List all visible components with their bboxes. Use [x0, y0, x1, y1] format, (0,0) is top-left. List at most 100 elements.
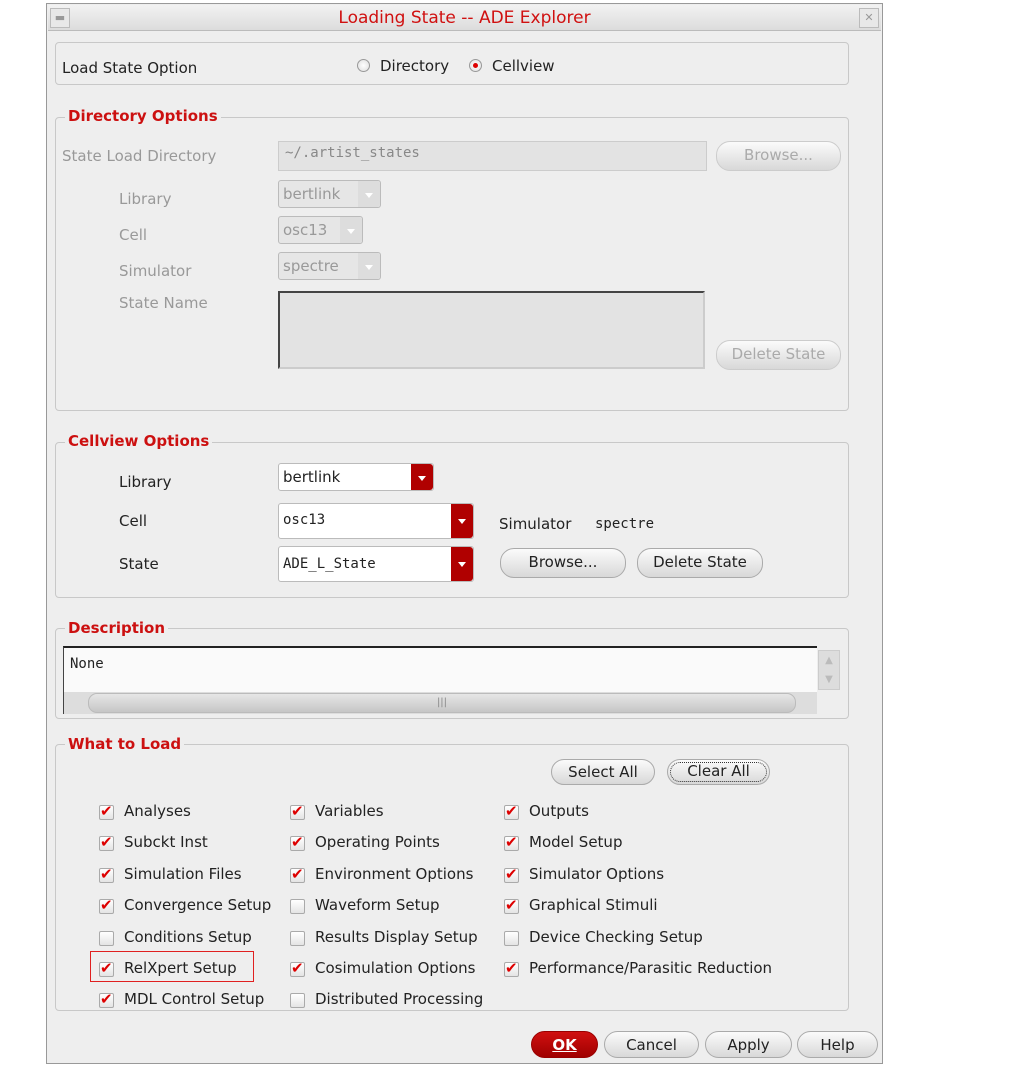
cv-state-select[interactable]: ADE_L_State: [278, 546, 474, 582]
checkbox-outputs[interactable]: [504, 802, 519, 820]
help-label: Help: [820, 1036, 855, 1054]
radio-directory[interactable]: [357, 59, 370, 72]
checkbox-subckt-inst[interactable]: [99, 833, 114, 851]
chevron-down-icon: [358, 253, 380, 279]
dir-browse-button[interactable]: Browse...: [716, 141, 841, 171]
vertical-scrollbar[interactable]: ▲ ▼: [818, 650, 840, 690]
directory-options-title: Directory Options: [65, 107, 221, 125]
checkbox-label-conditions-setup[interactable]: Conditions Setup: [124, 928, 252, 946]
close-icon[interactable]: ✕: [859, 8, 879, 28]
checkbox-results-display-setup[interactable]: [290, 931, 305, 946]
select-all-button[interactable]: Select All: [551, 759, 655, 785]
checkbox-variables[interactable]: [290, 802, 305, 820]
checkbox-label-environment-options[interactable]: Environment Options: [315, 865, 473, 883]
chevron-down-icon: [358, 181, 380, 207]
state-load-directory-label: State Load Directory: [62, 147, 217, 165]
checkbox-environment-options[interactable]: [290, 865, 305, 883]
checkbox-label-simulator-options[interactable]: Simulator Options: [529, 865, 664, 883]
load-state-label: Load State Option: [62, 59, 198, 77]
cv-library-select[interactable]: bertlink: [278, 463, 434, 491]
checkbox-simulation-files[interactable]: [99, 865, 114, 883]
checkbox-graphical-stimuli[interactable]: [504, 896, 519, 914]
cv-library-value: bertlink: [283, 468, 341, 486]
dir-simulator-select[interactable]: spectre: [278, 252, 381, 280]
checkbox-label-waveform-setup[interactable]: Waveform Setup: [315, 896, 440, 914]
apply-label: Apply: [727, 1036, 770, 1054]
ok-label: OK: [552, 1036, 577, 1054]
cv-simulator-value: spectre: [595, 516, 655, 532]
cv-simulator-label: Simulator: [499, 515, 572, 533]
checkbox-label-subckt-inst[interactable]: Subckt Inst: [124, 833, 208, 851]
radio-directory-label[interactable]: Directory: [380, 57, 449, 75]
checkbox-convergence-setup[interactable]: [99, 896, 114, 914]
scrollbar-thumb[interactable]: |||: [88, 693, 796, 713]
dir-cell-label: Cell: [119, 226, 148, 244]
dir-library-value: bertlink: [283, 185, 341, 203]
cancel-label: Cancel: [626, 1036, 677, 1054]
dir-delete-state-button[interactable]: Delete State: [716, 340, 841, 370]
dir-simulator-label: Simulator: [119, 262, 192, 280]
window-title: Loading State -- ADE Explorer: [338, 8, 591, 28]
chevron-down-icon: [451, 504, 473, 538]
checkbox-label-simulation-files[interactable]: Simulation Files: [124, 865, 242, 883]
checkbox-label-variables[interactable]: Variables: [315, 802, 384, 820]
radio-cellview-label[interactable]: Cellview: [492, 57, 555, 75]
checkbox-analyses[interactable]: [99, 802, 114, 820]
description-title: Description: [65, 619, 169, 637]
checkbox-label-mdl-control-setup[interactable]: MDL Control Setup: [124, 990, 264, 1008]
cv-state-value: ADE_L_State: [283, 556, 376, 572]
checkbox-label-analyses[interactable]: Analyses: [124, 802, 191, 820]
highlight-box: [90, 951, 254, 982]
cv-cell-select[interactable]: osc13: [278, 503, 474, 539]
description-value: None: [70, 656, 104, 672]
chevron-down-icon: [411, 464, 433, 490]
state-name-label: State Name: [119, 294, 208, 312]
dir-simulator-value: spectre: [283, 257, 339, 275]
what-to-load-title: What to Load: [65, 735, 185, 753]
checkbox-distributed-processing[interactable]: [290, 993, 305, 1008]
cv-delete-state-button[interactable]: Delete State: [637, 548, 763, 578]
checkbox-label-device-checking-setup[interactable]: Device Checking Setup: [529, 928, 703, 946]
dir-library-label: Library: [119, 190, 172, 208]
checkbox-model-setup[interactable]: [504, 833, 519, 851]
cellview-options-title: Cellview Options: [65, 432, 213, 450]
dir-cell-value: osc13: [283, 221, 328, 239]
cancel-button[interactable]: Cancel: [604, 1031, 699, 1058]
ok-button[interactable]: OK: [531, 1031, 598, 1058]
checkbox-label-distributed-processing[interactable]: Distributed Processing: [315, 990, 483, 1008]
description-textarea[interactable]: None |||: [63, 646, 817, 714]
title-bar: ▬ Loading State -- ADE Explorer ✕: [48, 5, 881, 31]
checkbox-label-operating-points[interactable]: Operating Points: [315, 833, 440, 851]
checkbox-operating-points[interactable]: [290, 833, 305, 851]
checkbox-mdl-control-setup[interactable]: [99, 990, 114, 1008]
checkbox-waveform-setup[interactable]: [290, 899, 305, 914]
checkbox-label-performance-parasitic-reduction[interactable]: Performance/Parasitic Reduction: [529, 959, 772, 977]
checkbox-conditions-setup[interactable]: [99, 931, 114, 946]
chevron-down-icon: [340, 217, 362, 243]
cv-state-label: State: [119, 555, 159, 573]
dir-library-select[interactable]: bertlink: [278, 180, 381, 208]
checkbox-label-outputs[interactable]: Outputs: [529, 802, 589, 820]
checkbox-label-results-display-setup[interactable]: Results Display Setup: [315, 928, 478, 946]
checkbox-label-model-setup[interactable]: Model Setup: [529, 833, 622, 851]
apply-button[interactable]: Apply: [705, 1031, 792, 1058]
checkbox-cosimulation-options[interactable]: [290, 959, 305, 977]
cv-browse-button[interactable]: Browse...: [500, 548, 626, 578]
checkbox-label-graphical-stimuli[interactable]: Graphical Stimuli: [529, 896, 658, 914]
state-name-list[interactable]: [278, 291, 705, 369]
cv-cell-label: Cell: [119, 512, 148, 530]
checkbox-performance-parasitic-reduction[interactable]: [504, 959, 519, 977]
chevron-down-icon: [451, 547, 473, 581]
state-load-directory-input[interactable]: ~/.artist_states: [278, 141, 707, 171]
cv-library-label: Library: [119, 473, 172, 491]
horizontal-scrollbar[interactable]: |||: [64, 692, 817, 714]
clear-all-button[interactable]: Clear All: [667, 759, 770, 785]
checkbox-simulator-options[interactable]: [504, 865, 519, 883]
cv-cell-value: osc13: [283, 512, 326, 528]
checkbox-label-cosimulation-options[interactable]: Cosimulation Options: [315, 959, 476, 977]
dir-cell-select[interactable]: osc13: [278, 216, 363, 244]
radio-cellview[interactable]: [469, 59, 482, 72]
checkbox-label-convergence-setup[interactable]: Convergence Setup: [124, 896, 271, 914]
help-button[interactable]: Help: [797, 1031, 878, 1058]
checkbox-device-checking-setup[interactable]: [504, 931, 519, 946]
